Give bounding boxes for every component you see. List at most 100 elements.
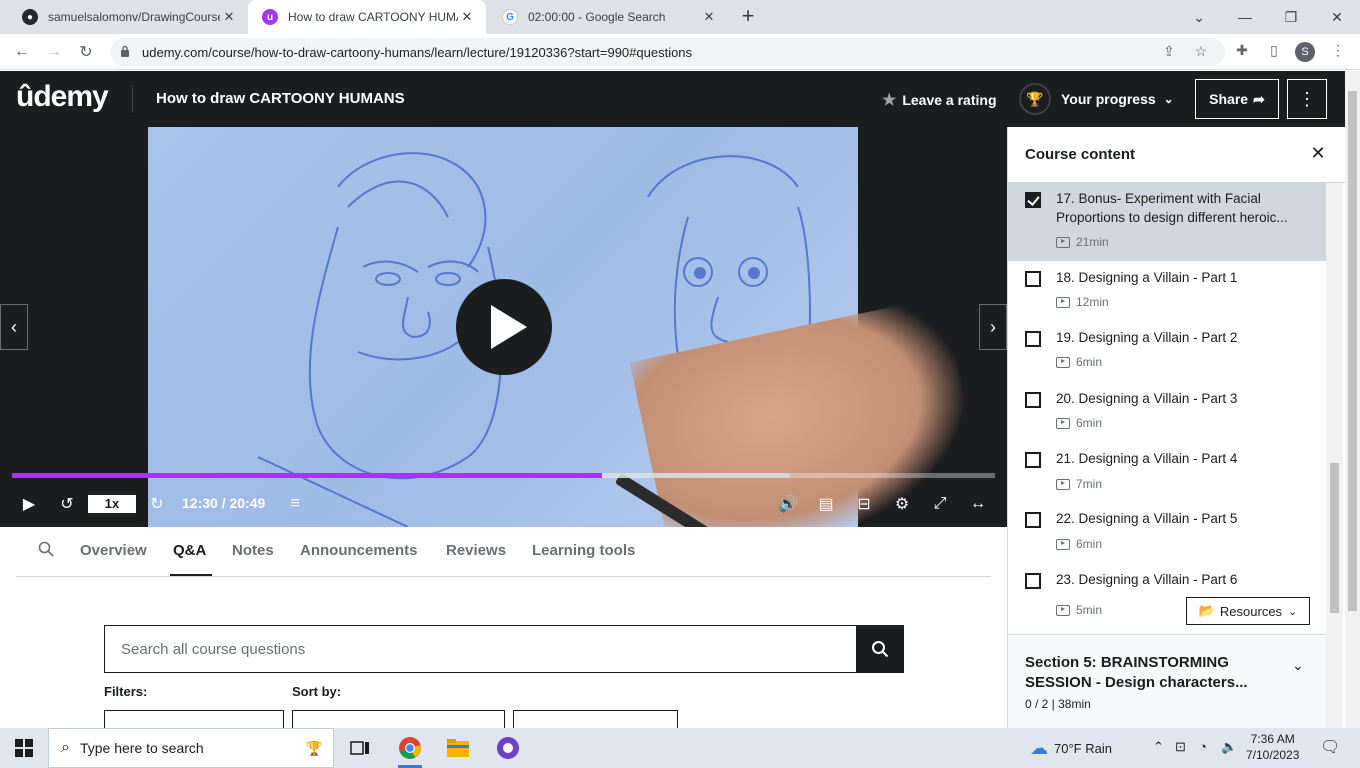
expand-width-icon[interactable]: ↔ bbox=[967, 493, 989, 515]
fullscreen-icon[interactable]: ⤢ bbox=[929, 493, 951, 515]
close-tab-icon[interactable]: ✕ bbox=[458, 9, 476, 25]
search-icon[interactable] bbox=[38, 541, 54, 561]
clock-time: 7:36 AM bbox=[1250, 732, 1295, 746]
forward-icon[interactable]: ↻ bbox=[146, 493, 168, 515]
side-panel-icon[interactable]: ▯ bbox=[1264, 42, 1284, 62]
lecture-checkbox[interactable] bbox=[1025, 271, 1041, 287]
lecture-item[interactable]: 22. Designing a Villain - Part 5 6min bbox=[1008, 501, 1326, 561]
github-desktop-icon[interactable] bbox=[488, 732, 528, 764]
extensions-icon[interactable]: ✚ bbox=[1232, 42, 1252, 62]
close-tab-icon[interactable]: ✕ bbox=[220, 9, 238, 25]
udemy-logo[interactable]: ûdemy bbox=[16, 80, 109, 114]
windows-start-icon[interactable] bbox=[0, 728, 48, 768]
page-scrollbar[interactable] bbox=[1345, 71, 1360, 728]
lecture-checkbox[interactable] bbox=[1025, 392, 1041, 408]
system-clock[interactable]: 7:36 AM 7/10/2023 bbox=[1246, 731, 1299, 763]
show-hidden-icons-icon[interactable]: ⌃ bbox=[1153, 739, 1164, 755]
lecture-item[interactable]: 20. Designing a Villain - Part 3 6min bbox=[1008, 381, 1326, 441]
tab-announcements[interactable]: Announcements bbox=[300, 542, 418, 559]
task-view-icon[interactable] bbox=[340, 732, 380, 764]
leave-rating-button[interactable]: ★ Leave a rating bbox=[882, 90, 997, 110]
udemy-icon: u bbox=[262, 9, 278, 25]
lecture-item[interactable]: 18. Designing a Villain - Part 1 12min bbox=[1008, 261, 1326, 321]
filter-dropdown[interactable] bbox=[104, 710, 284, 730]
section-header[interactable]: Section 5: BRAINSTORMING SESSION - Desig… bbox=[1008, 634, 1326, 728]
duration-text: 12min bbox=[1076, 295, 1109, 309]
captions-icon[interactable]: ⊟ bbox=[853, 493, 875, 515]
bookmark-star-icon[interactable]: ☆ bbox=[1192, 43, 1210, 61]
lecture-item[interactable]: 19. Designing a Villain - Part 2 6min bbox=[1008, 321, 1326, 381]
volume-icon[interactable]: 🔈 bbox=[1221, 739, 1237, 755]
next-lecture-button[interactable]: › bbox=[979, 304, 1007, 350]
minimize-icon[interactable]: — bbox=[1222, 0, 1268, 34]
new-tab-icon[interactable]: + bbox=[736, 5, 760, 29]
back-icon[interactable]: ← bbox=[10, 40, 34, 64]
play-control-icon[interactable]: ▶ bbox=[18, 493, 40, 515]
tab-qa[interactable]: Q&A bbox=[173, 542, 206, 559]
qa-search-field[interactable] bbox=[104, 625, 857, 673]
video-time: 12:30 / 20:49 bbox=[182, 495, 266, 511]
duration-text: 7min bbox=[1076, 477, 1103, 491]
browser-tab-github[interactable]: ● samuelsalomonv/DrawingCourse ✕ bbox=[8, 0, 248, 34]
lecture-checkbox[interactable] bbox=[1025, 573, 1041, 589]
close-window-icon[interactable]: ✕ bbox=[1314, 0, 1360, 34]
rewind-icon[interactable]: ↺ bbox=[56, 493, 78, 515]
close-tab-icon[interactable]: ✕ bbox=[700, 9, 718, 25]
browser-menu-icon[interactable]: ⋮ bbox=[1328, 42, 1348, 62]
previous-lecture-button[interactable]: ‹ bbox=[0, 304, 28, 350]
browser-tab-udemy[interactable]: u How to draw CARTOONY HUMANS ✕ bbox=[248, 0, 486, 34]
scrollbar-thumb[interactable] bbox=[1330, 463, 1339, 613]
lecture-item[interactable]: 21. Designing a Villain - Part 4 7min bbox=[1008, 441, 1326, 501]
rain-cloud-icon: ☁ bbox=[1030, 738, 1048, 758]
lecture-checkbox[interactable] bbox=[1025, 192, 1041, 208]
tab-notes[interactable]: Notes bbox=[232, 542, 274, 559]
tab-learning-tools[interactable]: Learning tools bbox=[532, 542, 635, 559]
tab-reviews[interactable]: Reviews bbox=[446, 542, 506, 559]
reload-icon[interactable]: ↻ bbox=[74, 40, 98, 64]
file-explorer-icon[interactable] bbox=[438, 732, 478, 764]
lecture-duration: 6min bbox=[1056, 537, 1102, 551]
tab-search-icon[interactable]: ⌄ bbox=[1176, 0, 1222, 34]
lecture-checkbox[interactable] bbox=[1025, 512, 1041, 528]
lecture-checkbox[interactable] bbox=[1025, 331, 1041, 347]
notes-icon[interactable]: ≡ bbox=[284, 493, 306, 515]
address-bar[interactable]: udemy.com/course/how-to-draw-cartoony-hu… bbox=[110, 38, 1225, 66]
share-page-icon[interactable]: ⇪ bbox=[1160, 43, 1178, 61]
chrome-icon[interactable] bbox=[390, 732, 430, 768]
chevron-right-icon: › bbox=[990, 316, 996, 337]
notifications-icon[interactable]: 🗨 bbox=[1320, 737, 1340, 757]
sidebar-scrollbar[interactable] bbox=[1326, 183, 1343, 728]
resources-button[interactable]: 📂 Resources ⌄ bbox=[1186, 597, 1310, 625]
big-play-button[interactable] bbox=[456, 279, 552, 375]
qa-search-button[interactable] bbox=[856, 625, 904, 673]
playback-speed-button[interactable]: 1x bbox=[88, 495, 136, 513]
video-player[interactable]: ‹ › ▶ ↺ 1x ↻ 12:30 / 20:49 ≡ 🔊 ▤ ⊟ ⚙ ⤢ ↔ bbox=[0, 127, 1007, 527]
share-button[interactable]: Share ➦ bbox=[1195, 79, 1279, 119]
restore-icon[interactable]: ❐ bbox=[1268, 0, 1314, 34]
scrollbar-thumb[interactable] bbox=[1348, 91, 1357, 611]
transcript-icon[interactable]: ▤ bbox=[815, 493, 837, 515]
browser-tab-google[interactable]: G 02:00:00 - Google Search ✕ bbox=[488, 0, 728, 34]
taskbar-search-box[interactable]: ⌕ Type here to search 🏆 bbox=[48, 728, 334, 768]
seek-bar[interactable] bbox=[12, 473, 995, 478]
settings-gear-icon[interactable]: ⚙ bbox=[891, 493, 913, 515]
filter-questions-dropdown[interactable] bbox=[513, 710, 678, 730]
wifi-icon[interactable]: ◔ bbox=[1199, 739, 1207, 754]
video-icon bbox=[1056, 417, 1070, 429]
your-progress-button[interactable]: 🏆 Your progress ⌄ bbox=[1019, 81, 1174, 117]
volume-icon[interactable]: 🔊 bbox=[777, 493, 799, 515]
more-options-icon[interactable]: ⋮ bbox=[1287, 79, 1327, 119]
chevron-down-icon: ⌄ bbox=[1163, 92, 1174, 106]
tab-overview[interactable]: Overview bbox=[80, 542, 147, 559]
qa-search-input[interactable] bbox=[105, 626, 856, 672]
lecture-duration: 6min bbox=[1056, 355, 1102, 369]
course-title[interactable]: How to draw CARTOONY HUMANS bbox=[156, 90, 405, 107]
profile-avatar[interactable]: S bbox=[1295, 42, 1315, 62]
camera-icon[interactable]: ⊡ bbox=[1175, 739, 1186, 755]
weather-widget[interactable]: ☁ 70°F Rain bbox=[1030, 738, 1112, 759]
forward-icon[interactable]: → bbox=[42, 40, 66, 64]
close-icon[interactable]: ✕ bbox=[1306, 143, 1330, 167]
sort-dropdown[interactable] bbox=[292, 710, 505, 730]
lecture-item[interactable]: 17. Bonus- Experiment with Facial Propor… bbox=[1008, 183, 1326, 261]
lecture-checkbox[interactable] bbox=[1025, 452, 1041, 468]
